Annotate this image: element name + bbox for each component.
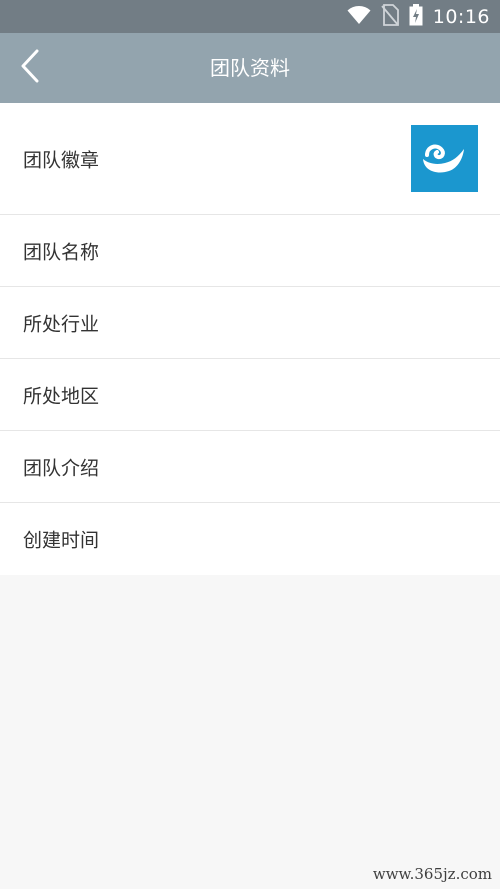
status-icons: 10:16 — [347, 0, 490, 33]
status-time: 10:16 — [432, 5, 490, 28]
back-button[interactable] — [8, 43, 52, 93]
no-sim-icon — [381, 3, 399, 30]
wifi-icon — [347, 5, 371, 29]
team-logo-icon — [423, 144, 464, 173]
team-badge-image[interactable] — [411, 125, 478, 192]
list-item-label: 团队名称 — [23, 241, 100, 263]
list-item-label: 创建时间 — [23, 529, 100, 552]
status-bar: 10:16 — [0, 0, 500, 33]
team-info-list: 团队徽章 团队名称 所处行业 所处地区 团队介绍 创建时间 — [0, 103, 500, 575]
list-item-label: 团队介绍 — [23, 457, 100, 479]
chevron-left-icon — [20, 49, 40, 87]
list-item-label: 所处地区 — [23, 385, 100, 407]
page-title: 团队资料 — [210, 56, 290, 80]
battery-charging-icon — [409, 3, 423, 30]
list-item-region[interactable]: 所处地区 — [0, 359, 500, 431]
list-item-label: 所处行业 — [23, 313, 100, 335]
list-item-team-intro[interactable]: 团队介绍 — [0, 431, 500, 503]
list-item-label: 团队徽章 — [23, 149, 100, 171]
list-item-team-name[interactable]: 团队名称 — [0, 215, 500, 287]
watermark: www.365jz.com — [372, 865, 492, 883]
list-item-team-badge[interactable]: 团队徽章 — [0, 103, 500, 215]
list-item-industry[interactable]: 所处行业 — [0, 287, 500, 359]
list-item-created-time[interactable]: 创建时间 — [0, 503, 500, 575]
nav-bar: 团队资料 — [0, 33, 500, 103]
